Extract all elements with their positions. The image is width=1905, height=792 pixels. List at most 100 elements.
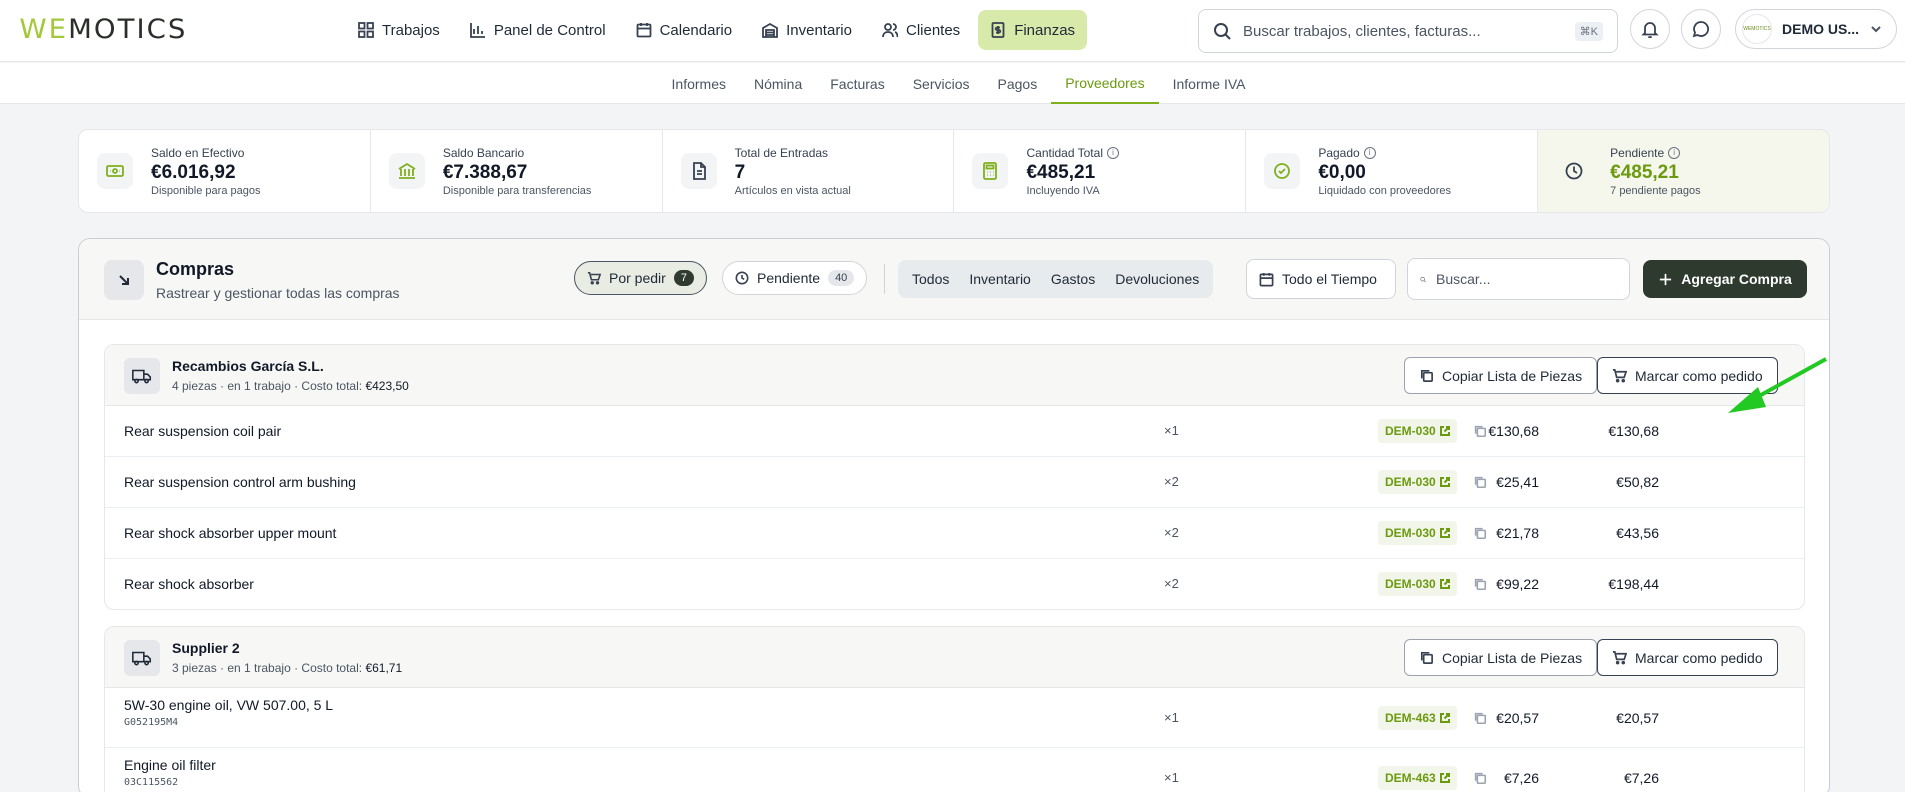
info-icon[interactable]: i (1668, 146, 1681, 159)
supplier-header: Recambios García S.L. 4 piezas · en 1 tr… (105, 345, 1804, 406)
global-search[interactable]: ⌘K (1198, 9, 1618, 53)
part-row: Rear suspension control arm bushing ×2 €… (105, 457, 1804, 508)
tab-facturas[interactable]: Facturas (816, 63, 898, 104)
copy-icon[interactable] (1473, 526, 1487, 540)
cart-icon (1612, 369, 1627, 383)
stat-value: €485,21 (1026, 161, 1096, 183)
segment-inventario[interactable]: Inventario (959, 264, 1040, 294)
nav-label: Clientes (905, 21, 961, 39)
job-id: DEM-463 (1385, 711, 1436, 725)
chevron-down-icon (1871, 26, 1881, 33)
info-icon[interactable]: i (1106, 146, 1119, 159)
tab-nomina[interactable]: Nómina (740, 63, 816, 104)
part-row: Rear shock absorber ×2 €99,22 €198,44 DE… (105, 559, 1804, 609)
filter-pending[interactable]: Pendiente 40 (722, 261, 868, 295)
mark-as-ordered-button[interactable]: Marcar como pedido (1597, 639, 1778, 676)
part-unit-price: €130,68 (1488, 423, 1539, 439)
part-name: Rear shock absorber upper mount (124, 525, 337, 541)
mark-label: Marcar como pedido (1635, 649, 1763, 666)
copy-label: Copiar Lista de Piezas (1442, 649, 1583, 666)
global-search-input[interactable] (1243, 22, 1563, 40)
copy-parts-list-button[interactable]: Copiar Lista de Piezas (1404, 357, 1598, 394)
info-icon[interactable]: i (1363, 146, 1376, 159)
part-qty: ×2 (1164, 525, 1179, 540)
nav-item-trabajos[interactable]: Trabajos (346, 10, 452, 50)
search-icon (1420, 276, 1426, 282)
user-menu-button[interactable]: WEMOTICS DEMO US... (1735, 9, 1897, 49)
part-qty: ×1 (1164, 710, 1179, 725)
copy-parts-list-button[interactable]: Copiar Lista de Piezas (1404, 639, 1598, 676)
job-link[interactable]: DEM-463 (1378, 706, 1457, 730)
stat-entries: Total de Entradas 7 Artículos en vista act… (663, 130, 955, 212)
filter-to-order[interactable]: Por pedir 7 (574, 261, 707, 295)
job-id: DEM-030 (1385, 424, 1436, 438)
app-logo[interactable]: WEMOTICS (19, 14, 187, 45)
segment-gastos[interactable]: Gastos (1041, 264, 1105, 294)
job-link[interactable]: DEM-030 (1378, 419, 1457, 443)
tab-informes[interactable]: Informes (658, 63, 740, 104)
stat-value: €0,00 (1318, 161, 1366, 183)
copy-icon[interactable] (1473, 771, 1487, 785)
notifications-button[interactable] (1630, 9, 1670, 49)
main-nav: Trabajos Panel de Control Calendario Inv… (346, 10, 1088, 50)
copy-icon (1420, 651, 1433, 664)
document-icon (680, 153, 717, 189)
bell-icon (1641, 22, 1659, 38)
annotation-arrow-icon (1728, 357, 1827, 413)
shortcut-badge: ⌘K (1574, 21, 1603, 41)
nav-item-calendario[interactable]: Calendario (624, 10, 745, 50)
stat-pending: Pendiente i €485,21 7 pendiente pagos (1538, 130, 1829, 212)
stat-label: Pagado i (1318, 146, 1451, 160)
stat-label-text: Cantidad Total (1026, 145, 1103, 160)
bank-icon (388, 153, 425, 189)
part-name: 5W-30 engine oil, VW 507.00, 5 L (124, 697, 334, 713)
stat-label: Saldo en Efectivo (151, 145, 245, 160)
job-link[interactable]: DEM-030 (1378, 521, 1457, 545)
job-link[interactable]: DEM-030 (1378, 572, 1457, 596)
messages-button[interactable] (1681, 9, 1721, 49)
date-range-button[interactable]: Todo el Tiempo (1246, 259, 1396, 299)
stat-sub: Liquidado con proveedores (1318, 184, 1452, 197)
segment-devoluciones[interactable]: Devoluciones (1105, 264, 1209, 294)
copy-icon[interactable] (1473, 577, 1487, 591)
nav-item-finanzas[interactable]: Finanzas (978, 10, 1088, 50)
supplier-meta-text: 4 piezas · en 1 trabajo · Costo total: (172, 379, 366, 393)
stat-label-text: Pagado (1318, 145, 1360, 160)
nav-item-inventario[interactable]: Inventario (750, 10, 864, 50)
supplier-group: Recambios García S.L. 4 piezas · en 1 tr… (104, 344, 1805, 610)
purchases-search-input[interactable] (1436, 271, 1617, 287)
copy-label: Copiar Lista de Piezas (1442, 367, 1583, 384)
copy-icon[interactable] (1473, 711, 1487, 725)
truck-icon (124, 640, 160, 676)
copy-icon[interactable] (1473, 475, 1487, 489)
segment-todos[interactable]: Todos (902, 264, 959, 294)
job-link[interactable]: DEM-463 (1378, 766, 1457, 790)
part-total: €43,56 (1616, 525, 1659, 541)
page-title: Compras (156, 259, 235, 279)
clock-icon (735, 271, 749, 285)
supplier-total-cost: €423,50 (365, 379, 409, 393)
filter-label: Pendiente (757, 270, 821, 286)
add-purchase-button[interactable]: Agregar Compra (1643, 260, 1807, 298)
copy-icon (1420, 369, 1433, 382)
supplier-header: Supplier 2 3 piezas · en 1 trabajo · Cos… (105, 627, 1804, 688)
tab-servicios[interactable]: Servicios (899, 63, 984, 104)
nav-item-panel[interactable]: Panel de Control (458, 10, 618, 50)
part-name: Rear suspension coil pair (124, 423, 282, 439)
supplier-meta-text: 3 piezas · en 1 trabajo · Costo total: (172, 661, 366, 675)
part-code: 03C115562 (124, 777, 179, 788)
purchases-search[interactable] (1407, 258, 1630, 300)
stat-value: €7.388,67 (442, 161, 528, 183)
nav-item-clientes[interactable]: Clientes (870, 10, 972, 50)
stat-bank: Saldo Bancario €7.388,67 Disponible para t… (371, 130, 663, 212)
part-total: €7,26 (1623, 770, 1659, 786)
tab-pagos[interactable]: Pagos (984, 63, 1052, 104)
copy-icon[interactable] (1473, 424, 1487, 438)
job-link[interactable]: DEM-030 (1378, 470, 1457, 494)
tab-informe-iva[interactable]: Informe IVA (1159, 63, 1260, 104)
stat-label-text: Pendiente (1610, 145, 1665, 160)
stat-sub: Disponible para transferencias (442, 184, 592, 197)
part-row: Rear shock absorber upper mount ×2 €21,7… (105, 508, 1804, 559)
cart-icon (1612, 651, 1627, 665)
tab-proveedores[interactable]: Proveedores (1051, 63, 1159, 104)
